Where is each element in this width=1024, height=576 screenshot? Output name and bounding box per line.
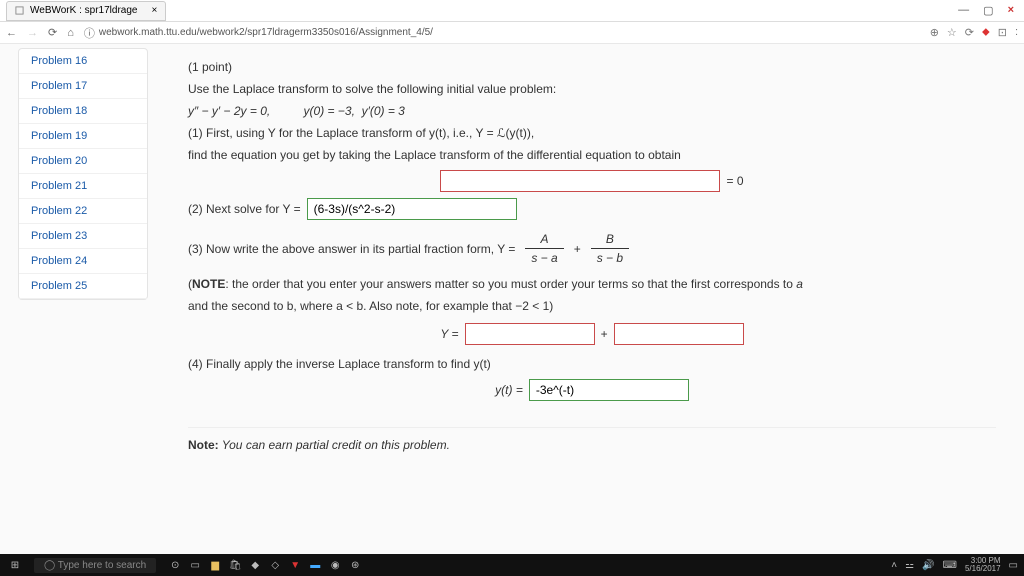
tray-chevron-icon[interactable]: ˄ bbox=[891, 560, 897, 571]
sidebar-item-p24[interactable]: Problem 24 bbox=[19, 249, 147, 274]
url-text: webwork.math.ttu.edu/webwork2/spr17ldrag… bbox=[99, 27, 433, 38]
app-icon-2[interactable]: ◇ bbox=[266, 557, 284, 573]
footer-note: Note: You can earn partial credit on thi… bbox=[188, 427, 996, 454]
toolbar-icon-5[interactable]: : bbox=[1015, 26, 1018, 39]
answer-input-3a[interactable] bbox=[465, 323, 595, 345]
part1-line1: (1) First, using Y for the Laplace trans… bbox=[188, 124, 996, 142]
answer-input-1[interactable] bbox=[440, 170, 720, 192]
chrome-icon[interactable]: ◉ bbox=[326, 557, 344, 573]
toolbar-icon-1[interactable]: ☆ bbox=[947, 26, 957, 39]
sidebar-item-p25[interactable]: Problem 25 bbox=[19, 274, 147, 299]
plus-between: + bbox=[601, 325, 608, 343]
sidebar-item-p17[interactable]: Problem 17 bbox=[19, 74, 147, 99]
part3-label: (3) Now write the above answer in its pa… bbox=[188, 240, 515, 258]
problem-body: (1 point) Use the Laplace transform to s… bbox=[148, 44, 1024, 554]
tray-keyboard-icon[interactable]: ⌨ bbox=[943, 560, 957, 571]
browser-tab[interactable]: WeBWorK : spr17ldrage × bbox=[6, 1, 166, 21]
sidebar-item-p20[interactable]: Problem 20 bbox=[19, 149, 147, 174]
sidebar-item-p22[interactable]: Problem 22 bbox=[19, 199, 147, 224]
answer-input-3b[interactable] bbox=[614, 323, 744, 345]
sidebar-item-p23[interactable]: Problem 23 bbox=[19, 224, 147, 249]
tab-title: WeBWorK : spr17ldrage bbox=[30, 5, 137, 16]
part2-label: (2) Next solve for Y = bbox=[188, 200, 301, 218]
y-equals: Y = bbox=[440, 325, 458, 343]
nav-reload-icon[interactable]: ⟳ bbox=[48, 26, 57, 39]
fraction-b: B s − b bbox=[591, 230, 629, 267]
windows-taskbar[interactable]: ⊞ ◯ Type here to search ⊙ ▭ ▆ 🛍 ◆ ◇ ▼ ▬ … bbox=[0, 554, 1024, 576]
window-maximize-icon[interactable]: ▢ bbox=[983, 4, 993, 17]
sidebar-item-p21[interactable]: Problem 21 bbox=[19, 174, 147, 199]
window-close-icon[interactable]: × bbox=[1008, 4, 1014, 17]
nav-forward-icon[interactable]: → bbox=[27, 27, 38, 39]
tab-close-icon[interactable]: × bbox=[151, 5, 157, 16]
taskbar-clock[interactable]: 3:00 PM5/16/2017 bbox=[965, 557, 1001, 573]
taskbar-search[interactable]: ◯ Type here to search bbox=[34, 558, 156, 573]
nav-home-icon[interactable]: ⌂ bbox=[67, 27, 74, 39]
part1-line2: find the equation you get by taking the … bbox=[188, 146, 996, 164]
part4-label: (4) Finally apply the inverse Laplace tr… bbox=[188, 355, 996, 373]
sidebar-item-p16[interactable]: Problem 16 bbox=[19, 49, 147, 74]
toolbar-icon-3[interactable]: ⬥ bbox=[982, 26, 990, 39]
intro-text: Use the Laplace transform to solve the f… bbox=[188, 80, 996, 98]
window-minimize-icon[interactable]: — bbox=[958, 4, 969, 17]
taskview-icon[interactable]: ▭ bbox=[186, 557, 204, 573]
toolbar-icon-4[interactable]: ⊡ bbox=[998, 26, 1007, 39]
url-bar[interactable]: ⓘ webwork.math.ttu.edu/webwork2/spr17ldr… bbox=[84, 25, 920, 41]
store-icon[interactable]: 🛍 bbox=[226, 557, 244, 573]
problem-nav-sidebar: Problem 16 Problem 17 Problem 18 Problem… bbox=[18, 48, 148, 300]
toolbar-icon-0[interactable]: ⊕ bbox=[930, 26, 939, 39]
cortana-icon[interactable]: ⊙ bbox=[166, 557, 184, 573]
sidebar-item-p18[interactable]: Problem 18 bbox=[19, 99, 147, 124]
start-icon[interactable]: ⊞ bbox=[6, 557, 24, 573]
app-icon-1[interactable]: ◆ bbox=[246, 557, 264, 573]
page-icon bbox=[15, 6, 24, 15]
info-icon[interactable]: ⓘ bbox=[84, 25, 95, 41]
steam-icon[interactable]: ⊛ bbox=[346, 557, 364, 573]
note-line2: and the second to b, where a < b. Also n… bbox=[188, 297, 996, 315]
notifications-icon[interactable]: ▭ bbox=[1009, 560, 1018, 571]
nav-back-icon[interactable]: ← bbox=[6, 27, 17, 39]
app-icon-3[interactable]: ▼ bbox=[286, 557, 304, 573]
plus-sign: + bbox=[574, 240, 581, 258]
fraction-a: A s − a bbox=[525, 230, 563, 267]
points-label: (1 point) bbox=[188, 58, 996, 76]
ode-equation: y″ − y′ − 2y = 0, y(0) = −3, y′(0) = 3 bbox=[188, 102, 996, 120]
tray-network-icon[interactable]: ⚍ bbox=[905, 560, 914, 571]
explorer-icon[interactable]: ▆ bbox=[206, 557, 224, 573]
toolbar-icon-2[interactable]: ⟳ bbox=[965, 26, 974, 39]
tray-volume-icon[interactable]: 🔊 bbox=[922, 560, 934, 571]
yt-equals: y(t) = bbox=[495, 381, 523, 399]
app-icon-4[interactable]: ▬ bbox=[306, 557, 324, 573]
answer-input-2[interactable] bbox=[307, 198, 517, 220]
equals-zero: = 0 bbox=[726, 172, 743, 190]
note-line1: (NOTE: the order that you enter your ans… bbox=[188, 275, 996, 293]
sidebar-item-p19[interactable]: Problem 19 bbox=[19, 124, 147, 149]
answer-input-4[interactable] bbox=[529, 379, 689, 401]
